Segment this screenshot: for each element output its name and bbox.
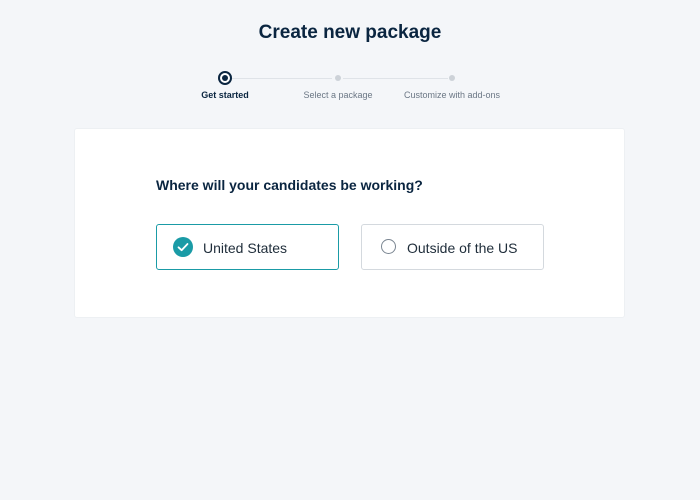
option-label: Outside of the US bbox=[407, 240, 518, 256]
option-united-states[interactable]: United States bbox=[156, 224, 339, 270]
location-card: Where will your candidates be working? U… bbox=[74, 128, 625, 318]
step-label-customize: Customize with add-ons bbox=[403, 90, 501, 100]
step-indicator-active bbox=[218, 71, 232, 85]
check-circle-icon bbox=[173, 237, 193, 257]
radio-circle-icon bbox=[381, 239, 396, 254]
step-label-get-started: Get started bbox=[201, 90, 249, 100]
location-question: Where will your candidates be working? bbox=[156, 177, 423, 193]
page-title: Create new package bbox=[258, 22, 442, 43]
step-indicator bbox=[449, 75, 455, 81]
option-outside-us[interactable]: Outside of the US bbox=[361, 224, 544, 270]
step-connector bbox=[343, 77, 448, 79]
progress-stepper: Get started Select a package Customize w… bbox=[0, 70, 700, 110]
step-connector bbox=[231, 77, 332, 79]
option-label: United States bbox=[203, 240, 288, 256]
step-label-select-package: Select a package bbox=[303, 90, 373, 100]
step-indicator bbox=[335, 75, 341, 81]
